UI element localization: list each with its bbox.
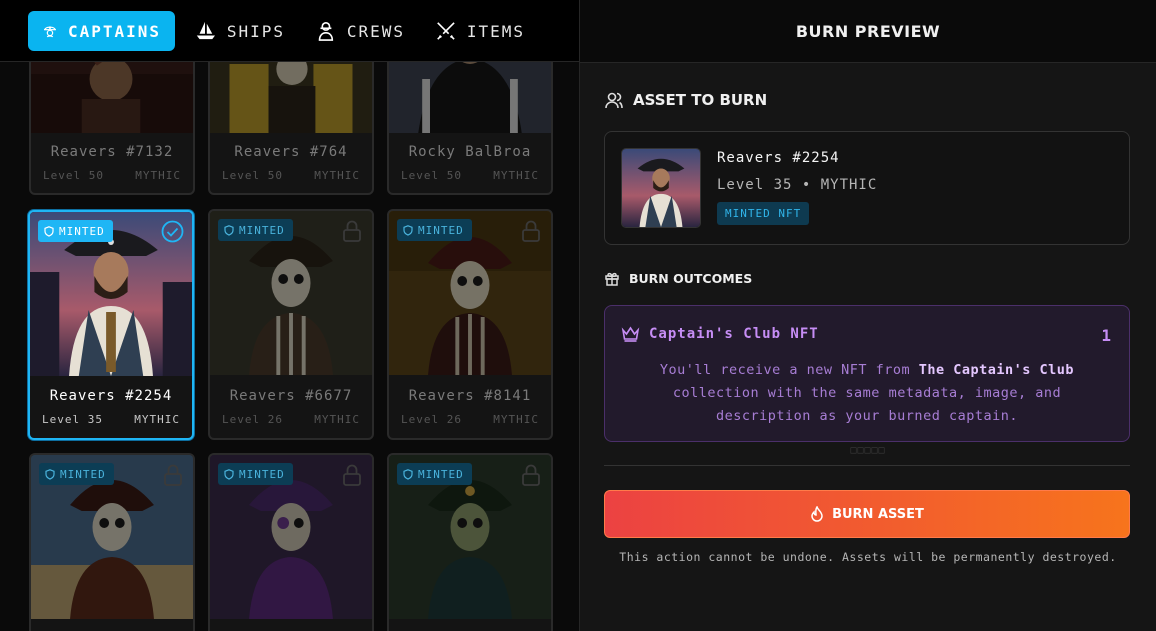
captain-card-selected[interactable]: MINTED Reavers #2254 Level 35 MYTHIC: [28, 210, 194, 440]
lock-icon: [343, 464, 361, 486]
minted-badge: MINTED: [218, 219, 293, 241]
tab-label: SHIPS: [226, 21, 285, 41]
outcome-title: Captain's Club NFT: [621, 326, 819, 342]
card-name: Reavers #8141: [408, 388, 532, 404]
shield-icon: [403, 468, 413, 480]
tab-label: CREWS: [346, 21, 405, 41]
tab-crews[interactable]: CREWS: [301, 11, 419, 51]
captain-portrait: [31, 62, 193, 133]
ship-icon: [196, 21, 216, 40]
card-meta: Level 35 MYTHIC: [42, 413, 180, 426]
minted-badge: MINTED: [218, 463, 293, 485]
captain-card[interactable]: MINTED: [208, 453, 374, 631]
outcomes-section-title: BURN OUTCOMES: [604, 270, 752, 286]
tab-captains[interactable]: CAPTAINS: [28, 11, 175, 51]
card-meta: Level 26 MYTHIC: [222, 413, 360, 426]
card-name: Reavers #6677: [229, 388, 353, 404]
crown-icon: [621, 326, 640, 342]
captain-hat-icon: [43, 26, 56, 38]
captain-card[interactable]: Reavers #7132 Level 50 MYTHIC: [29, 62, 195, 195]
shield-icon: [44, 225, 54, 237]
users-icon: [605, 92, 623, 109]
minted-badge: MINTED: [38, 220, 113, 242]
lock-icon: [522, 464, 540, 486]
shield-icon: [403, 224, 413, 236]
card-name: Rocky BalBroa: [408, 144, 532, 160]
minted-badge: MINTED: [397, 463, 472, 485]
minted-badge: MINTED: [39, 463, 114, 485]
captain-card[interactable]: MINTED Reavers #6677 Level 26 MYTHIC: [208, 209, 374, 440]
crossed-swords-icon: [437, 22, 455, 40]
category-tabs: CAPTAINS SHIPS CREWS ITEMS: [0, 0, 579, 62]
asset-name: Reavers #2254: [717, 150, 840, 166]
captain-card[interactable]: MINTED: [387, 453, 553, 631]
crew-icon: [318, 21, 334, 41]
shield-icon: [224, 224, 234, 236]
card-name: Reavers #764: [234, 144, 348, 160]
irreversible-warning: This action cannot be undone. Assets wil…: [619, 550, 1117, 564]
card-meta: Level 50 MYTHIC: [43, 169, 181, 182]
minted-nft-tag: MINTED NFT: [717, 202, 810, 225]
captain-card[interactable]: MINTED: [29, 453, 195, 631]
card-name: Reavers #7132: [50, 144, 174, 160]
card-meta: Level 50 MYTHIC: [401, 169, 539, 182]
asset-thumbnail: [621, 148, 701, 228]
card-meta: Level 26 MYTHIC: [401, 413, 539, 426]
divider: [604, 465, 1130, 466]
shield-icon: [45, 468, 55, 480]
tab-items[interactable]: ITEMS: [421, 11, 539, 51]
asset-card: Reavers #2254 Level 35 • MYTHIC MINTED N…: [604, 131, 1130, 245]
card-meta: Level 50 MYTHIC: [222, 169, 360, 182]
captain-card[interactable]: Rocky BalBroa Level 50 MYTHIC: [387, 62, 553, 195]
asset-level-rarity: Level 35 • MYTHIC: [717, 177, 878, 193]
lock-icon: [522, 220, 540, 242]
tab-ships[interactable]: SHIPS: [181, 11, 299, 51]
burn-preview-panel: BURN PREVIEW ASSET TO BURN Reavers #2254…: [580, 0, 1156, 631]
captain-portrait: [210, 62, 372, 133]
captain-card[interactable]: Reavers #764 Level 50 MYTHIC: [208, 62, 374, 195]
card-name: Reavers #2254: [49, 388, 173, 404]
lock-icon: [343, 220, 361, 242]
tab-label: ITEMS: [466, 21, 525, 41]
pagination-dots: □□□□□: [850, 445, 886, 456]
captain-card[interactable]: MINTED Reavers #8141 Level 26 MYTHIC: [387, 209, 553, 440]
asset-section-title: ASSET TO BURN: [604, 90, 767, 110]
flame-icon: [811, 506, 823, 522]
captain-portrait: [389, 62, 551, 133]
captain-grid: Reavers #7132 Level 50 MYTHIC Reavers #76…: [5, 62, 575, 631]
outcome-description: You'll receive a new NFT from The Captai…: [659, 362, 1075, 424]
minted-badge: MINTED: [397, 219, 472, 241]
outcome-count: 1: [1101, 326, 1111, 345]
burn-asset-button[interactable]: BURN ASSET: [604, 490, 1130, 538]
panel-title: BURN PREVIEW: [580, 0, 1156, 63]
check-circle-icon: [161, 220, 184, 243]
collection-pane: CAPTAINS SHIPS CREWS ITEMS Reavers #7132…: [0, 0, 580, 631]
outcome-card: Captain's Club NFT 1 You'll receive a ne…: [604, 305, 1130, 442]
gift-icon: [605, 272, 619, 286]
tab-label: CAPTAINS: [67, 21, 161, 41]
lock-icon: [164, 464, 182, 486]
shield-icon: [224, 468, 234, 480]
